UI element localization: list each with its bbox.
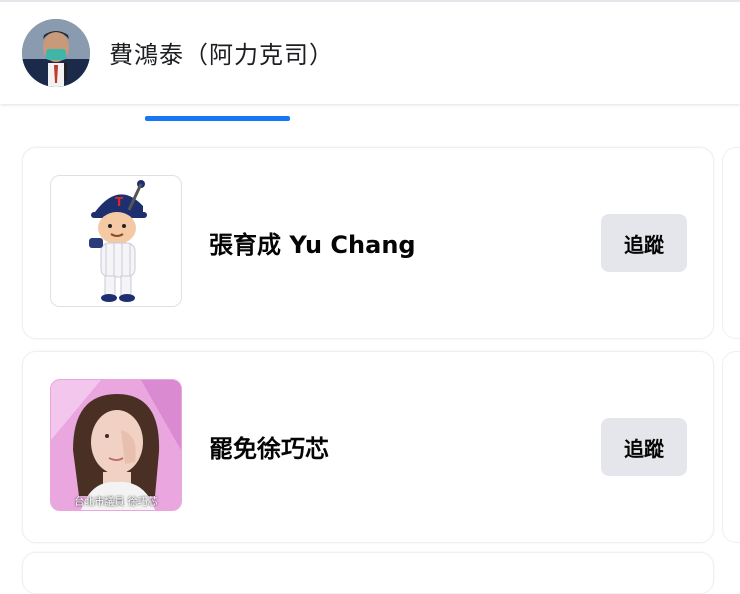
cartoon-baseball-player-icon: T [51,176,181,306]
active-tab-indicator [145,116,290,121]
photo-woman-crying-icon [51,380,181,510]
page-title: 費鴻泰（阿力克司） [109,41,334,69]
page-header: 費鴻泰（阿力克司） [0,0,740,104]
avatar-image [22,19,90,87]
suggestion-card[interactable]: 台北市議員 徐巧芯 罷免徐巧芯 追蹤 [22,351,714,543]
follow-button[interactable]: 追蹤 [601,214,687,272]
suggestion-thumbnail[interactable]: 台北市議員 徐巧芯 [50,379,182,511]
suggestion-card[interactable]: T 張育成 Yu Chang 追蹤 [22,147,714,339]
suggestion-name[interactable]: 罷免徐巧芯 [209,429,329,464]
thumbnail-caption: 台北市議員 徐巧芯 [74,497,158,508]
suggestion-thumbnail[interactable]: T [50,175,182,307]
suggestion-card [22,552,714,594]
next-card-peek [722,147,740,339]
svg-text:T: T [115,195,124,209]
profile-avatar[interactable] [22,19,90,87]
follow-button[interactable]: 追蹤 [601,418,687,476]
suggestion-name[interactable]: 張育成 Yu Chang [209,225,416,260]
next-card-peek [722,351,740,543]
